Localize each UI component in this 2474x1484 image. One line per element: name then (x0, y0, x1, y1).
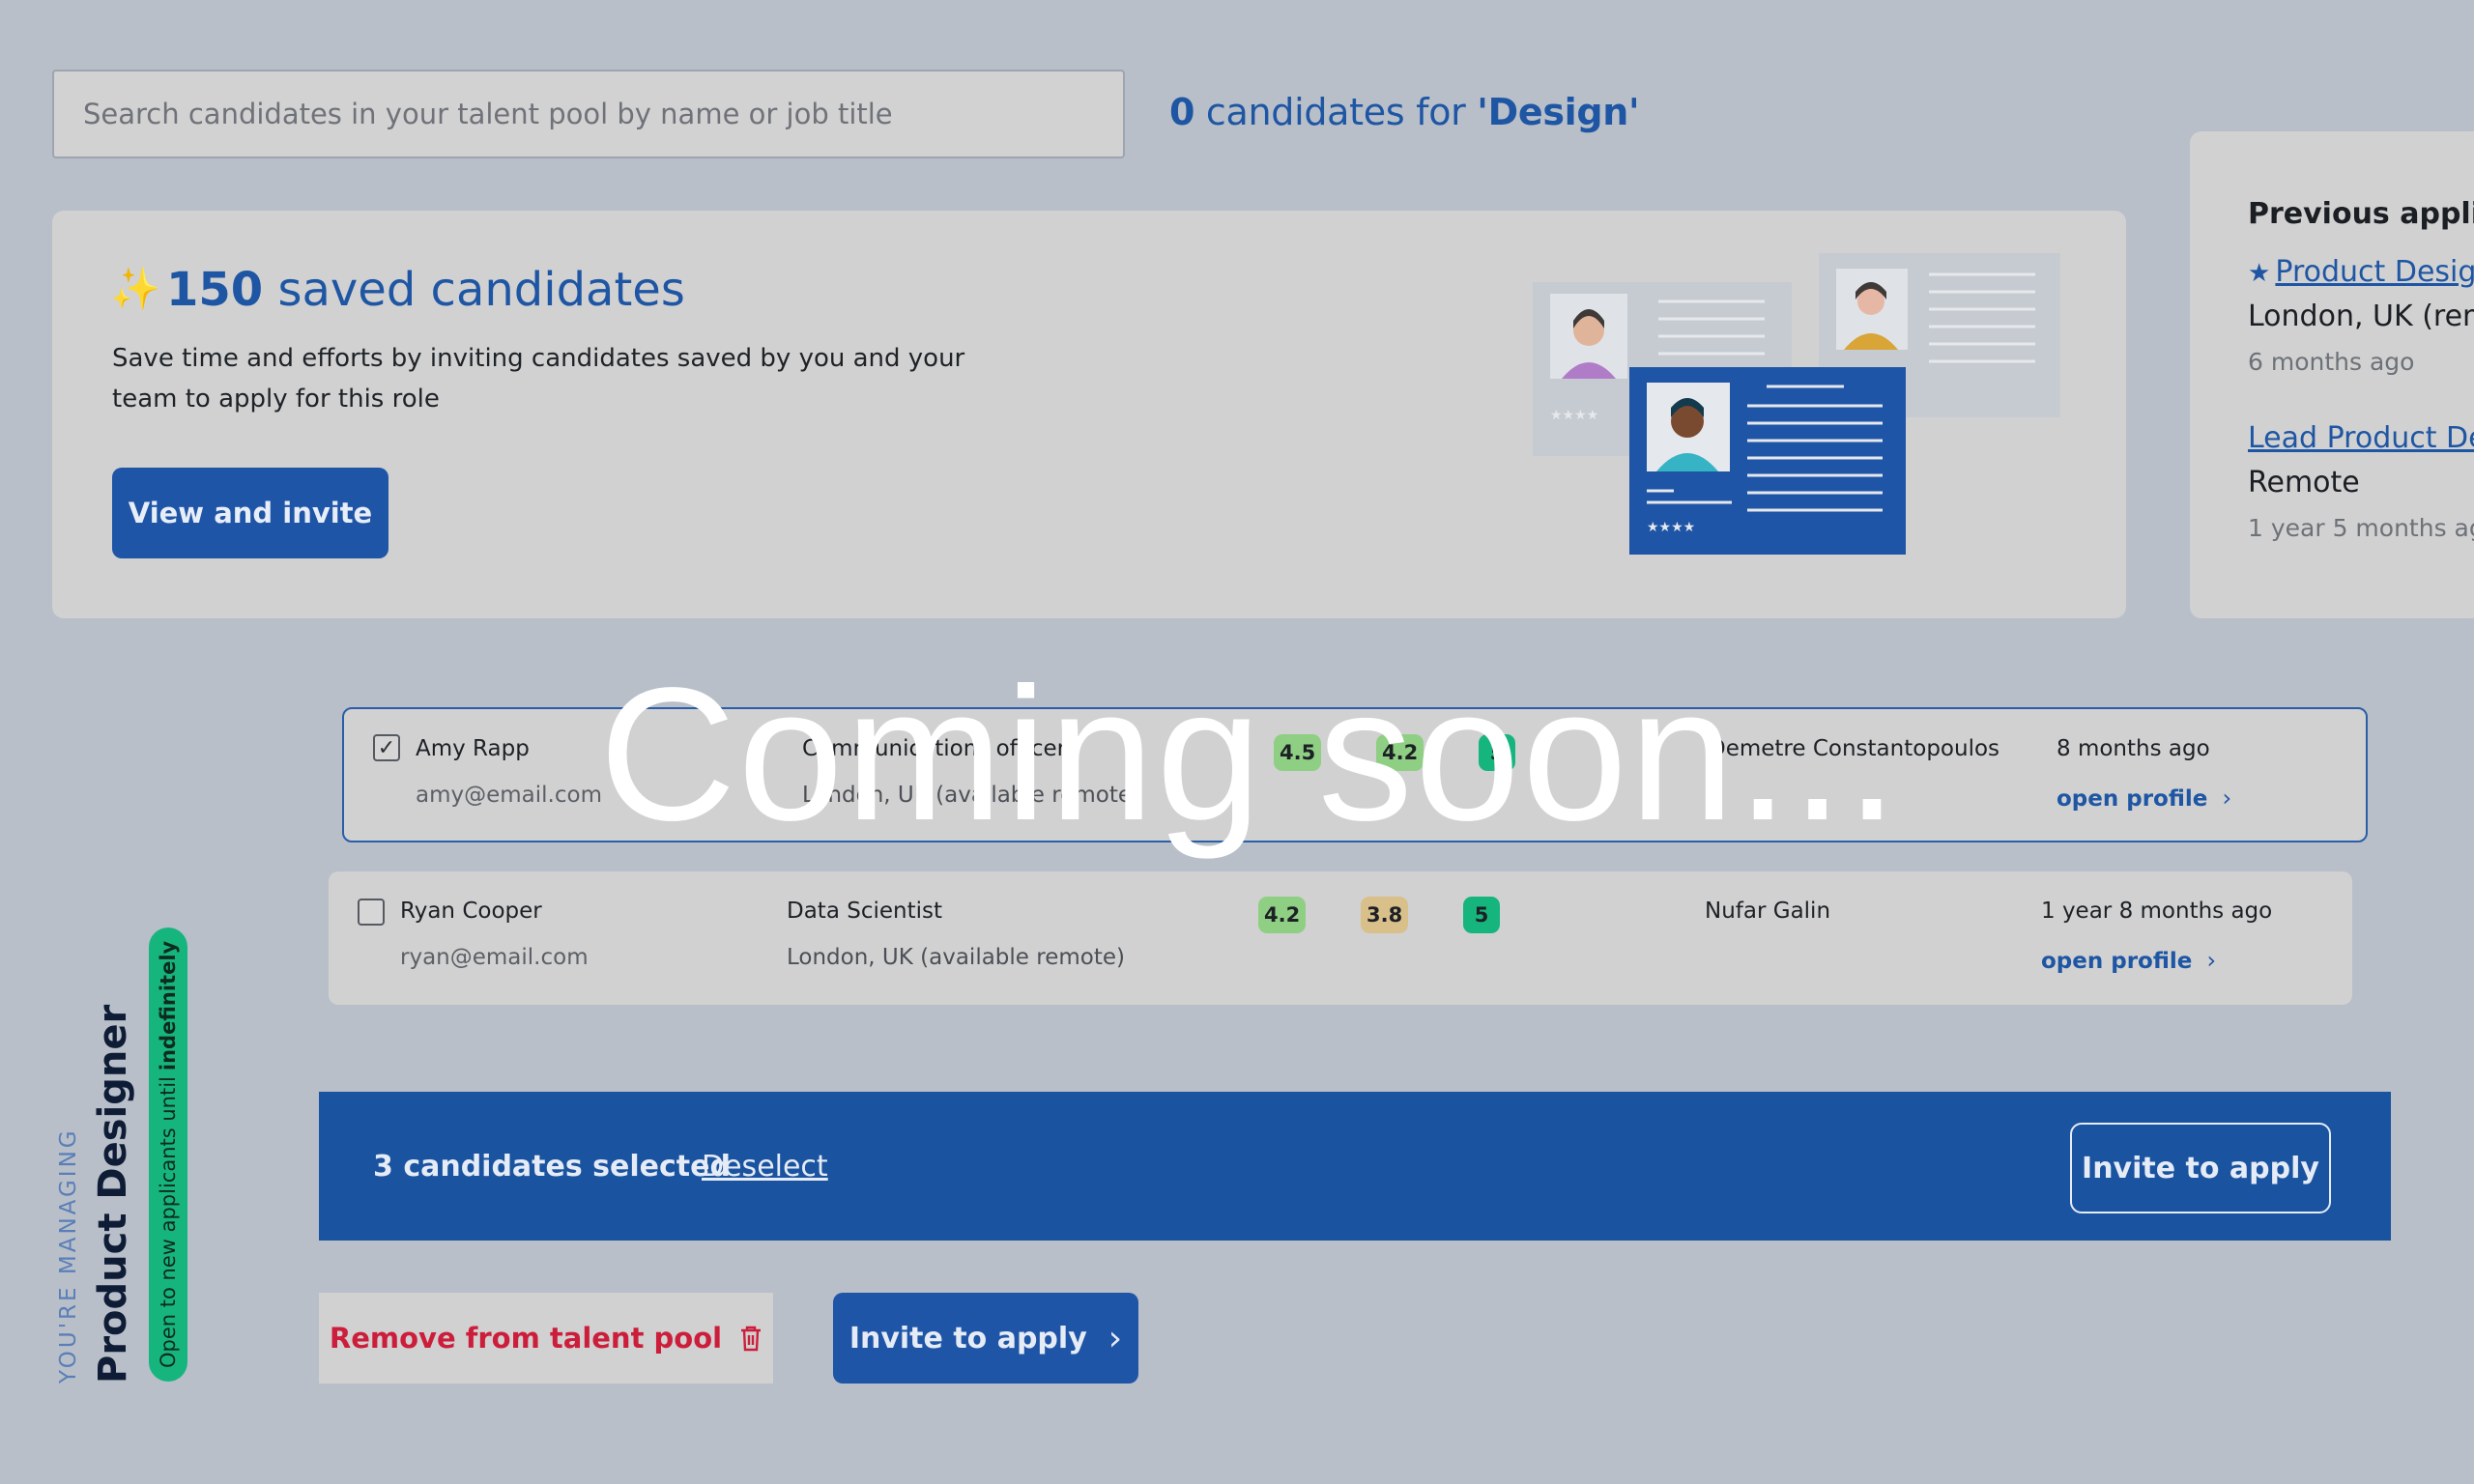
candidate-checkbox[interactable]: ✓ (373, 734, 400, 761)
open-profile-link[interactable]: open profile › (2041, 947, 2216, 974)
invite-to-apply-primary-button[interactable]: Invite to apply › (833, 1293, 1138, 1384)
open-profile-link[interactable]: open profile › (2057, 785, 2231, 812)
saved-by: Nufar Galin (1705, 899, 1831, 924)
open-profile-label: open profile (2057, 786, 2208, 812)
candidate-checkbox[interactable] (358, 899, 385, 926)
checkmark-icon: ✓ (377, 735, 396, 760)
candidate-role: Data Scientist (787, 899, 942, 924)
candidate-row[interactable]: Ryan Cooper ryan@email.com Data Scientis… (329, 871, 2352, 1005)
score-badge: 3.8 (1361, 897, 1409, 933)
previous-application-link[interactable]: Product Designer (2275, 255, 2474, 289)
remove-label: Remove from talent pool (329, 1322, 723, 1355)
svg-text:★★★★: ★★★★ (1647, 520, 1695, 535)
previous-application-link[interactable]: Lead Product Designer (2248, 421, 2474, 455)
saved-title-text: saved candidates (263, 263, 685, 317)
candidate-email: amy@email.com (416, 783, 602, 808)
open-profile-label: open profile (2041, 949, 2193, 974)
selected-count: 3 candidates selected (373, 1150, 731, 1184)
saved-candidates-card: ✨ 150 saved candidates Save time and eff… (52, 211, 2126, 618)
previous-applications-title: Previous applications (2248, 197, 2474, 231)
previous-application-location: Remote (2248, 466, 2360, 499)
chevron-right-icon: › (2206, 947, 2217, 974)
managing-job-label: YOU'RE MANAGING Product Designer Open to… (35, 927, 189, 1387)
candidate-location: London, UK (available remote) (787, 945, 1125, 970)
managing-caption: YOU'RE MANAGING (56, 1127, 81, 1384)
invite-to-apply-button[interactable]: Invite to apply (2070, 1123, 2331, 1213)
job-status-pill: Open to new applicants until indefinitely (149, 927, 187, 1382)
view-and-invite-button[interactable]: View and invite (112, 468, 388, 558)
candidate-cards-illustration: ★★★★ ★★★★ (1533, 253, 2060, 555)
score-badge: 4.2 (1258, 897, 1307, 933)
score-badge: 5 (1479, 734, 1515, 771)
candidate-row[interactable]: ✓ Amy Rapp amy@email.com Communications … (342, 707, 2368, 842)
previous-application-time: 1 year 5 months ago (2248, 514, 2474, 542)
candidate-role: Communications officer (802, 736, 1067, 761)
invite-label: Invite to apply (849, 1321, 1087, 1356)
candidate-name: Ryan Cooper (400, 899, 542, 924)
saved-candidates-description: Save time and efforts by inviting candid… (112, 344, 965, 414)
score-badge: 4.5 (1274, 734, 1322, 771)
deselect-link[interactable]: Deselect (702, 1150, 828, 1184)
results-count: 0 candidates for 'Design' (1169, 91, 1640, 133)
saved-time: 1 year 8 months ago (2041, 899, 2273, 924)
saved-time: 8 months ago (2057, 736, 2210, 761)
candidate-email: ryan@email.com (400, 945, 589, 970)
saved-by: Demetre Constantopoulos (1709, 736, 2000, 761)
results-query: 'Design' (1477, 91, 1640, 133)
score-badge: 4.2 (1376, 734, 1424, 771)
job-status-duration: indefinitely (157, 940, 180, 1071)
job-status-text: Open to new applicants until (157, 1076, 180, 1368)
previous-application-location: London, UK (remote) (2248, 300, 2474, 333)
previous-applications-card: Previous applications ★ Product Designer… (2190, 131, 2474, 618)
candidate-name: Amy Rapp (416, 736, 530, 761)
managed-job-title: Product Designer (91, 1004, 135, 1384)
previous-application-time: 6 months ago (2248, 348, 2415, 376)
selection-bar: 3 candidates selected Deselect Invite to… (319, 1092, 2391, 1241)
results-count-number: 0 (1169, 91, 1195, 133)
previous-application-item[interactable]: ★ Product Designer (2248, 255, 2474, 289)
sparkles-icon: ✨ (110, 265, 161, 312)
search-placeholder: Search candidates in your talent pool by… (83, 98, 893, 130)
svg-text:★★★★: ★★★★ (1550, 408, 1598, 423)
remove-from-talent-pool-button[interactable]: Remove from talent pool (319, 1293, 773, 1384)
search-input[interactable]: Search candidates in your talent pool by… (52, 70, 1125, 158)
trash-icon (741, 1326, 762, 1352)
chevron-right-icon: › (1108, 1318, 1123, 1358)
results-count-text: candidates for (1194, 91, 1478, 133)
chevron-right-icon: › (2222, 785, 2232, 812)
star-icon: ★ (2248, 259, 2271, 288)
saved-candidates-title: 150 saved candidates (166, 263, 685, 317)
score-badge: 5 (1463, 897, 1500, 933)
saved-count: 150 (166, 263, 264, 317)
candidate-location: London, UK (available remote) (802, 783, 1140, 808)
